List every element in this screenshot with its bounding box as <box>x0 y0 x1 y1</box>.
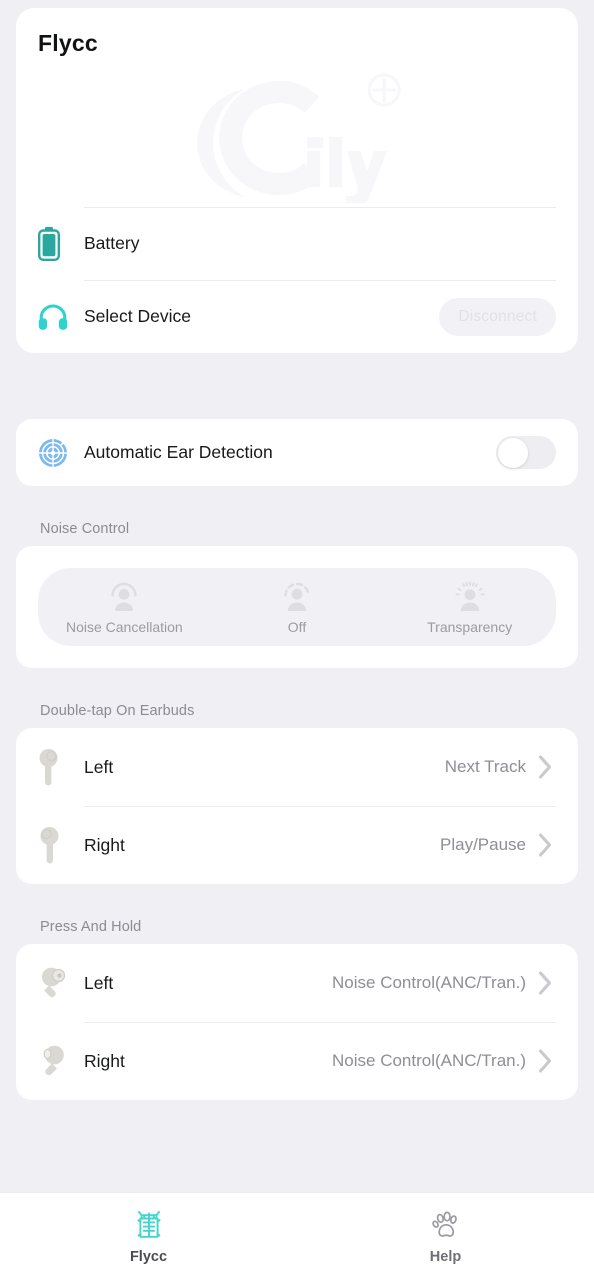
noise-control-option-noise-cancellation[interactable]: Noise Cancellation <box>38 568 211 646</box>
noise-control-option-transparency[interactable]: Transparency <box>383 568 556 646</box>
press-and-hold-section-title: Press And Hold <box>40 919 142 935</box>
noise-control-section-title: Noise Control <box>40 521 130 537</box>
disconnect-button[interactable]: Disconnect <box>439 297 556 336</box>
row-value: Noise Control(ANC/Tran.) <box>332 1051 526 1070</box>
double-tap-section-title: Double-tap On Earbuds <box>40 703 195 719</box>
row-label: Left <box>84 972 114 993</box>
noise-control-card: Noise Cancellation Off Transparency <box>16 546 578 668</box>
automatic-ear-detection-label: Automatic Ear Detection <box>84 442 273 462</box>
segment-label: Noise Cancellation <box>65 618 183 635</box>
device-card: Flycc Battery Select Device Disconnect <box>16 8 578 353</box>
bottom-tab-bar: Flycc Help <box>0 1192 594 1280</box>
chevron-right-icon[interactable] <box>538 970 556 996</box>
chevron-right-icon[interactable] <box>538 832 556 858</box>
press-and-hold-row-right[interactable]: Right Noise Control(ANC/Tran.) <box>38 1022 556 1100</box>
chevron-right-icon[interactable] <box>538 1048 556 1074</box>
row-label: Left <box>84 756 114 777</box>
row-label: Right <box>84 1050 125 1071</box>
tab-label: Flycc <box>129 1249 168 1265</box>
battery-label: Battery <box>84 233 140 253</box>
automatic-ear-detection-toggle[interactable] <box>496 436 556 469</box>
segment-label: Off <box>287 618 307 635</box>
tab-help[interactable]: Help <box>297 1208 594 1265</box>
tab-label: Help <box>429 1249 462 1265</box>
tab-flycc[interactable]: Flycc <box>0 1208 297 1265</box>
select-device-label: Select Device <box>84 306 191 326</box>
headphones-icon <box>38 303 84 331</box>
flycc-glyph-icon <box>136 1211 161 1238</box>
press-and-hold-row-left[interactable]: Left Noise Control(ANC/Tran.) <box>38 944 556 1022</box>
row-value: Noise Control(ANC/Tran.) <box>332 973 526 992</box>
person-noise-cancellation-icon <box>111 582 138 611</box>
row-value: Next Track <box>444 757 526 776</box>
automatic-ear-detection-card: Automatic Ear Detection <box>16 419 578 486</box>
page-title: Flycc <box>38 30 98 56</box>
row-label: Right <box>84 834 125 855</box>
chevron-right-icon[interactable] <box>538 754 556 780</box>
double-tap-row-right[interactable]: Right Play/Pause <box>38 806 556 884</box>
earbud-right-icon <box>38 825 84 865</box>
double-tap-row-left[interactable]: Left Next Track <box>38 728 556 806</box>
press-and-hold-card: Left Noise Control(ANC/Tran.) Right Nois… <box>16 944 578 1100</box>
earbud-press-right-icon <box>38 1044 84 1078</box>
toggle-knob <box>497 437 528 468</box>
double-tap-card: Left Next Track Right Play/Pause <box>16 728 578 884</box>
automatic-ear-detection-row[interactable]: Automatic Ear Detection <box>38 419 556 486</box>
noise-control-option-off[interactable]: Off <box>211 568 384 646</box>
segment-label: Transparency <box>427 618 513 635</box>
battery-icon <box>38 226 84 261</box>
person-off-icon <box>284 582 310 611</box>
battery-row[interactable]: Battery <box>38 207 556 280</box>
paw-print-icon <box>431 1211 457 1237</box>
noise-control-segmented-control[interactable]: Noise Cancellation Off Transparency <box>38 568 556 646</box>
radar-target-icon <box>38 438 84 468</box>
person-transparency-icon <box>455 581 485 611</box>
earbud-left-icon <box>38 747 84 787</box>
scroll-content: Flycc Battery Select Device Disconnect A… <box>0 0 594 1192</box>
select-device-row[interactable]: Select Device Disconnect <box>38 280 556 353</box>
cc-fly-logo-watermark <box>197 73 401 203</box>
row-value: Play/Pause <box>440 835 526 854</box>
app-screen: Flycc Battery Select Device Disconnect A… <box>0 0 594 1280</box>
brand-logo-watermark-area <box>16 57 578 207</box>
earbud-press-left-icon <box>38 966 84 1000</box>
